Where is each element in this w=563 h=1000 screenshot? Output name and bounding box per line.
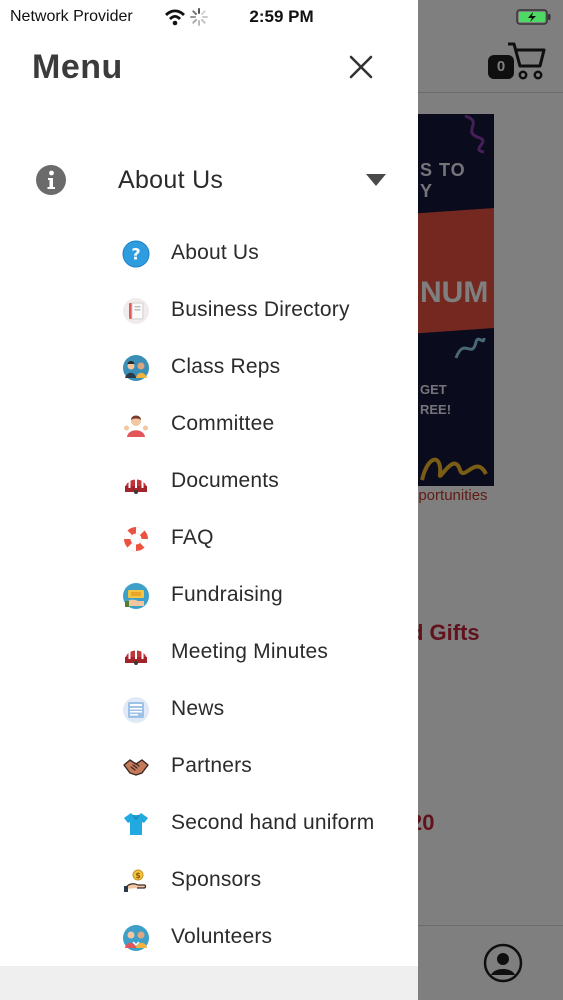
sponsor-hand-icon: $ [123,868,149,894]
documents-icon [123,469,149,495]
menu-item-about-us[interactable]: ? About Us [0,226,418,283]
info-icon [36,165,66,195]
menu-item-sponsors[interactable]: $ Sponsors [0,853,418,910]
menu-item-partners[interactable]: Partners [0,739,418,796]
menu-item-fundraising[interactable]: Fundraising [0,568,418,625]
menu-item-label: News [171,697,225,720]
menu-item-meeting-minutes[interactable]: Meeting Minutes [0,625,418,682]
directory-icon [123,298,149,324]
menu-item-label: Volunteers [171,925,273,948]
menu-item-committee[interactable]: Committee [0,397,418,454]
menu-item-volunteers[interactable]: Volunteers [0,910,418,967]
menu-item-label: Fundraising [171,583,283,606]
menu-item-label: Business Directory [171,298,350,321]
battery-charging-icon [516,9,551,25]
menu-item-faq[interactable]: FAQ [0,511,418,568]
class-reps-icon [123,355,149,381]
lifebuoy-icon [123,526,149,552]
fundraising-icon [123,583,149,609]
section-label: About Us [118,166,224,194]
side-menu-drawer: Menu About Us ? About Us Business Direct… [0,0,418,1000]
menu-item-business-directory[interactable]: Business Directory [0,283,418,340]
menu-item-label: Partners [171,754,252,777]
menu-item-class-reps[interactable]: Class Reps [0,340,418,397]
menu-item-documents[interactable]: Documents [0,454,418,511]
menu-item-label: About Us [171,241,259,264]
clock: 2:59 PM [249,7,314,26]
volunteers-icon [123,925,149,951]
question-icon: ? [122,240,150,268]
close-icon[interactable] [344,50,378,84]
shirt-icon [123,811,149,837]
menu-item-news[interactable]: News [0,682,418,739]
svg-text:?: ? [131,245,140,264]
news-icon [123,697,149,723]
menu-item-second-hand-uniform[interactable]: Second hand uniform [0,796,418,853]
menu-item-label: Committee [171,412,275,435]
menu-item-label: Class Reps [171,355,281,378]
svg-text:$: $ [135,871,141,880]
menu-item-label: FAQ [171,526,214,549]
menu-title: Menu [32,48,123,86]
menu-list: ? About Us Business Directory Class Reps… [0,226,418,967]
menu-item-label: Meeting Minutes [171,640,329,663]
menu-item-label: Second hand uniform [171,811,375,834]
committee-icon [123,412,149,438]
section-about-us[interactable]: About Us [0,150,418,212]
caret-down-icon[interactable] [364,172,388,188]
drawer-footer [0,966,418,1000]
menu-item-label: Sponsors [171,868,262,891]
menu-item-label: Documents [171,469,280,492]
handshake-icon [123,754,149,780]
meeting-minutes-icon [123,640,149,666]
status-bar: Network Provider 2:59 PM [0,0,563,34]
